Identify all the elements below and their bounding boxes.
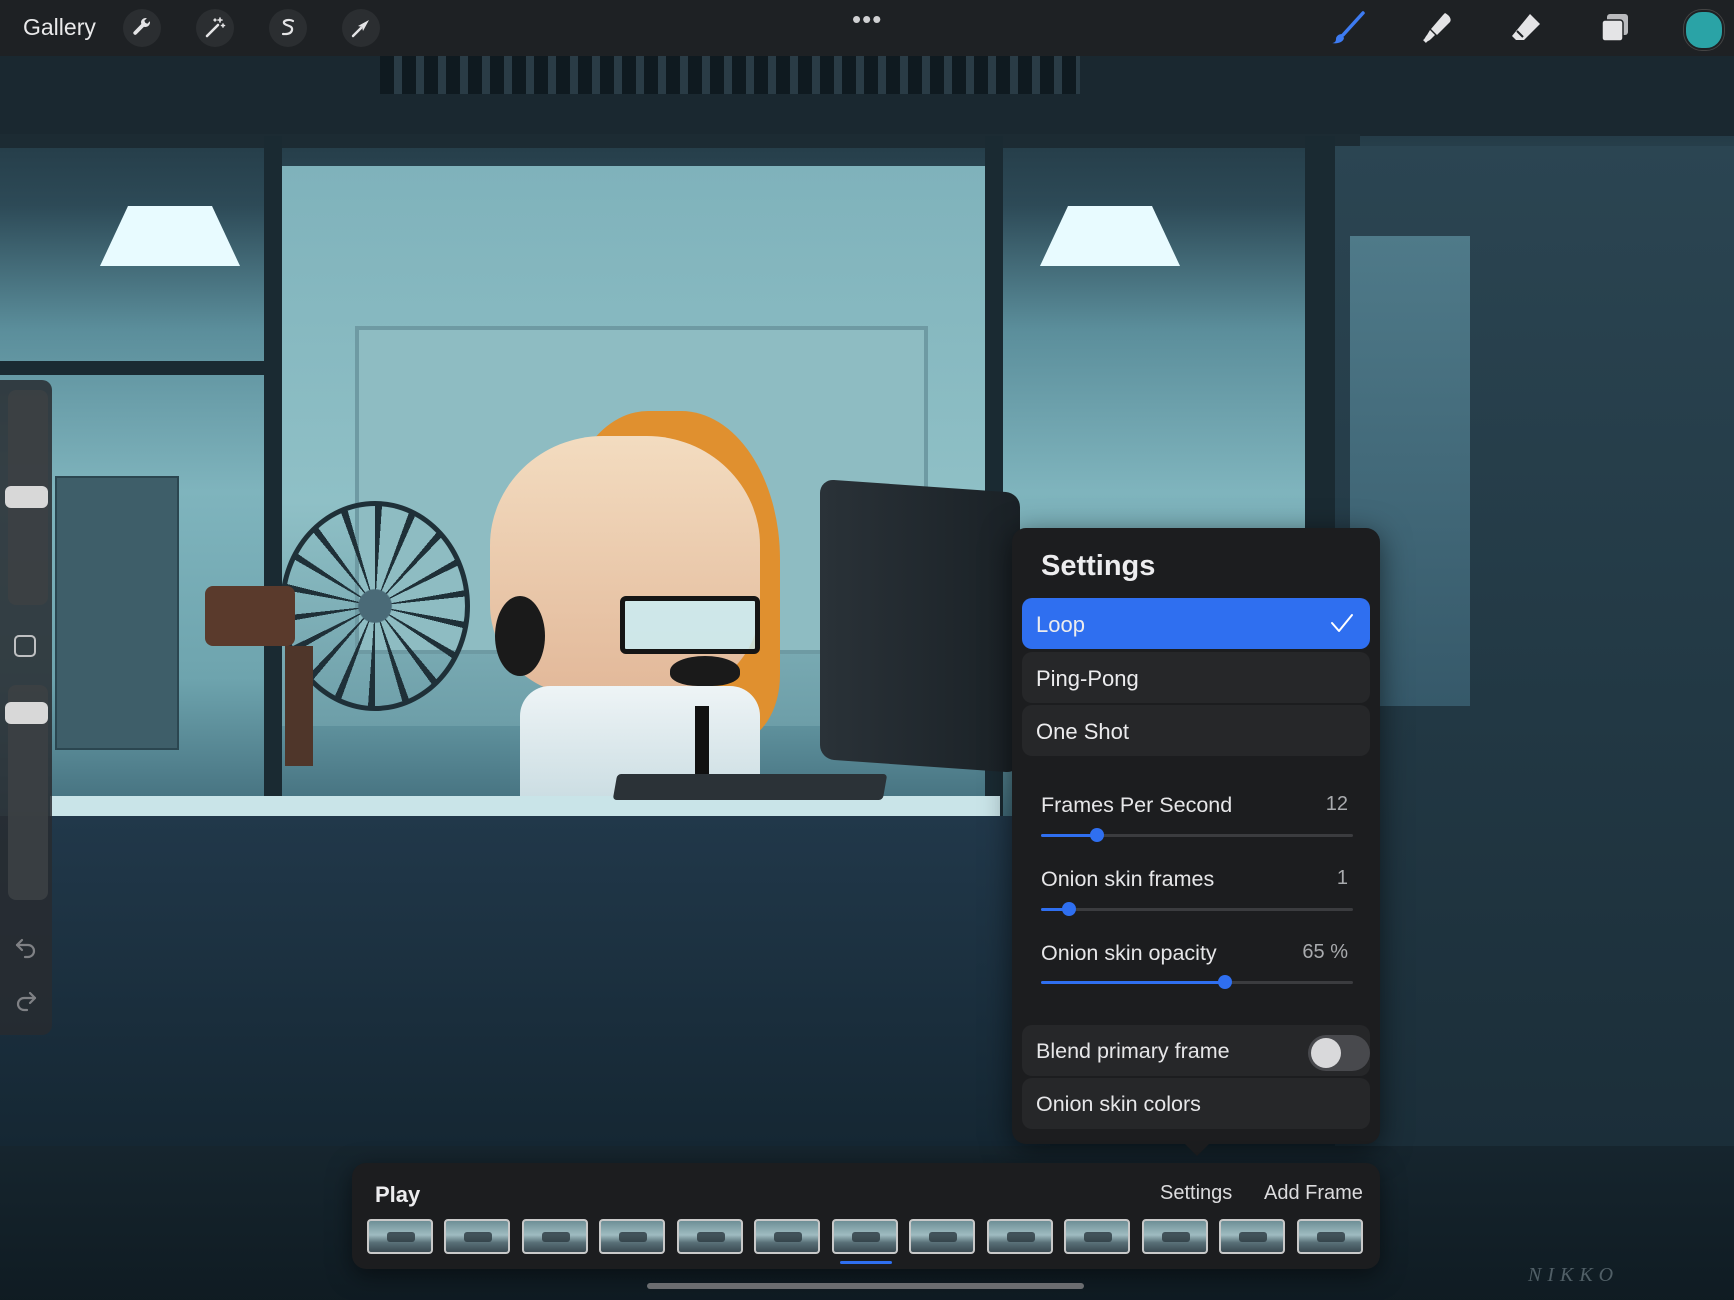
frame-thumbnail[interactable] <box>909 1219 975 1254</box>
selection-button[interactable] <box>269 9 307 47</box>
transform-button[interactable] <box>342 9 380 47</box>
blend-primary-frame-toggle[interactable] <box>1308 1035 1370 1071</box>
modify-button[interactable] <box>14 635 36 657</box>
frame-thumbnail[interactable] <box>1064 1219 1130 1254</box>
popover-arrow <box>1183 1142 1211 1156</box>
onion-opacity-slider-fill <box>1041 981 1226 984</box>
onion-skin-colors-row[interactable]: Onion skin colors <box>1022 1078 1370 1129</box>
gallery-button[interactable]: Gallery <box>23 14 96 41</box>
transform-arrow-icon <box>351 20 369 38</box>
frame-thumbnail[interactable] <box>1142 1219 1208 1254</box>
character-glasses <box>620 596 760 654</box>
filing-cabinet <box>55 476 179 750</box>
redo-button[interactable] <box>14 988 38 1017</box>
ceiling-lamp-left <box>100 206 240 266</box>
desk-front <box>0 816 1050 1146</box>
adjustments-button[interactable] <box>196 9 234 47</box>
undo-button[interactable] <box>14 935 38 964</box>
frame-thumbnail[interactable] <box>367 1219 433 1254</box>
playback-mode-label: One Shot <box>1036 719 1129 744</box>
popover-title: Settings <box>1041 550 1156 582</box>
frame-thumbnail[interactable] <box>677 1219 743 1254</box>
drawing-canvas[interactable]: NIKKO <box>0 56 1734 1300</box>
playback-mode-ping-pong[interactable]: Ping-Pong <box>1022 652 1370 703</box>
color-picker-button[interactable] <box>1684 10 1724 50</box>
undo-icon <box>15 938 36 959</box>
checkmark-icon <box>1331 614 1353 632</box>
top-toolbar: Gallery ••• <box>0 0 1734 56</box>
onion-frames-label: Onion skin frames <box>1041 867 1215 891</box>
playback-mode-one-shot[interactable]: One Shot <box>1022 705 1370 756</box>
animation-settings-popover: Settings Loop Ping-Pong One Shot Frames … <box>1012 528 1380 1144</box>
play-button[interactable]: Play <box>375 1182 420 1208</box>
onion-opacity-label: Onion skin opacity <box>1041 941 1217 965</box>
wrench-icon <box>133 17 150 35</box>
brush-size-slider[interactable] <box>5 390 48 605</box>
playback-mode-label: Loop <box>1036 612 1085 637</box>
frame-thumbnail[interactable] <box>1297 1219 1363 1254</box>
fps-label: Frames Per Second <box>1041 793 1233 817</box>
layers-icon <box>1601 14 1628 42</box>
onion-frames-slider[interactable] <box>1041 902 1353 916</box>
onion-opacity-value: 65 % <box>1302 941 1348 963</box>
fan-stand <box>285 646 313 766</box>
left-sidebar <box>0 380 52 1035</box>
playback-mode-loop[interactable]: Loop <box>1022 598 1370 649</box>
brush-opacity-slider[interactable] <box>5 685 48 900</box>
smudge-tool-button[interactable] <box>1417 8 1457 48</box>
brush-tool-button[interactable] <box>1328 8 1368 48</box>
frame-thumbnail[interactable] <box>1219 1219 1285 1254</box>
onion-opacity-slider[interactable] <box>1041 975 1353 989</box>
brush-size-thumb[interactable] <box>5 486 48 508</box>
fps-slider-fill <box>1041 834 1098 837</box>
blend-primary-frame-row: Blend primary frame <box>1022 1025 1370 1076</box>
brush-opacity-thumb[interactable] <box>5 702 48 724</box>
frame-thumbnail[interactable] <box>754 1219 820 1254</box>
toggle-knob <box>1311 1038 1341 1068</box>
artist-signature: NIKKO <box>1528 1264 1620 1286</box>
onion-skin-colors-label: Onion skin colors <box>1036 1092 1201 1116</box>
ceiling-vents <box>380 56 1080 94</box>
character-hair-side <box>495 596 545 676</box>
onion-opacity-slider-knob[interactable] <box>1218 975 1233 989</box>
onion-frames-slider-knob[interactable] <box>1062 902 1077 916</box>
home-indicator[interactable] <box>647 1283 1084 1289</box>
more-options-icon[interactable]: ••• <box>852 4 882 35</box>
eraser-tool-button[interactable] <box>1506 8 1546 48</box>
fps-value: 12 <box>1325 793 1348 815</box>
selection-icon <box>281 18 295 36</box>
onion-frames-value: 1 <box>1336 867 1348 889</box>
blend-primary-frame-label: Blend primary frame <box>1036 1039 1230 1063</box>
frame-thumbnail[interactable] <box>599 1219 665 1254</box>
timeline-settings-button[interactable]: Settings <box>1160 1182 1232 1205</box>
window-frame-top <box>0 134 1360 148</box>
animation-timeline: Play Settings Add Frame <box>352 1163 1380 1269</box>
fps-slider-knob[interactable] <box>1090 828 1105 842</box>
brush-icon <box>1332 11 1365 44</box>
ceiling-lamp-right <box>1040 206 1180 266</box>
frame-thumbnail-current[interactable] <box>832 1219 898 1254</box>
add-frame-button[interactable]: Add Frame <box>1264 1182 1363 1205</box>
eraser-icon <box>1512 14 1540 40</box>
smudge-icon <box>1423 13 1451 43</box>
layers-button[interactable] <box>1595 8 1635 48</box>
frame-thumbnail[interactable] <box>444 1219 510 1254</box>
window-mullion <box>264 136 282 826</box>
window-transom <box>0 361 270 375</box>
playback-mode-label: Ping-Pong <box>1036 666 1139 691</box>
redo-icon <box>16 991 37 1012</box>
computer-monitor <box>820 479 1020 773</box>
fps-slider[interactable] <box>1041 828 1353 842</box>
frame-thumbnail[interactable] <box>987 1219 1053 1254</box>
keyboard <box>612 774 888 800</box>
magic-wand-icon <box>205 17 226 38</box>
fan-motor <box>205 586 295 646</box>
character-mustache <box>670 656 740 686</box>
actions-button[interactable] <box>123 9 161 47</box>
frame-thumbnail[interactable] <box>522 1219 588 1254</box>
current-frame-indicator <box>840 1261 892 1264</box>
